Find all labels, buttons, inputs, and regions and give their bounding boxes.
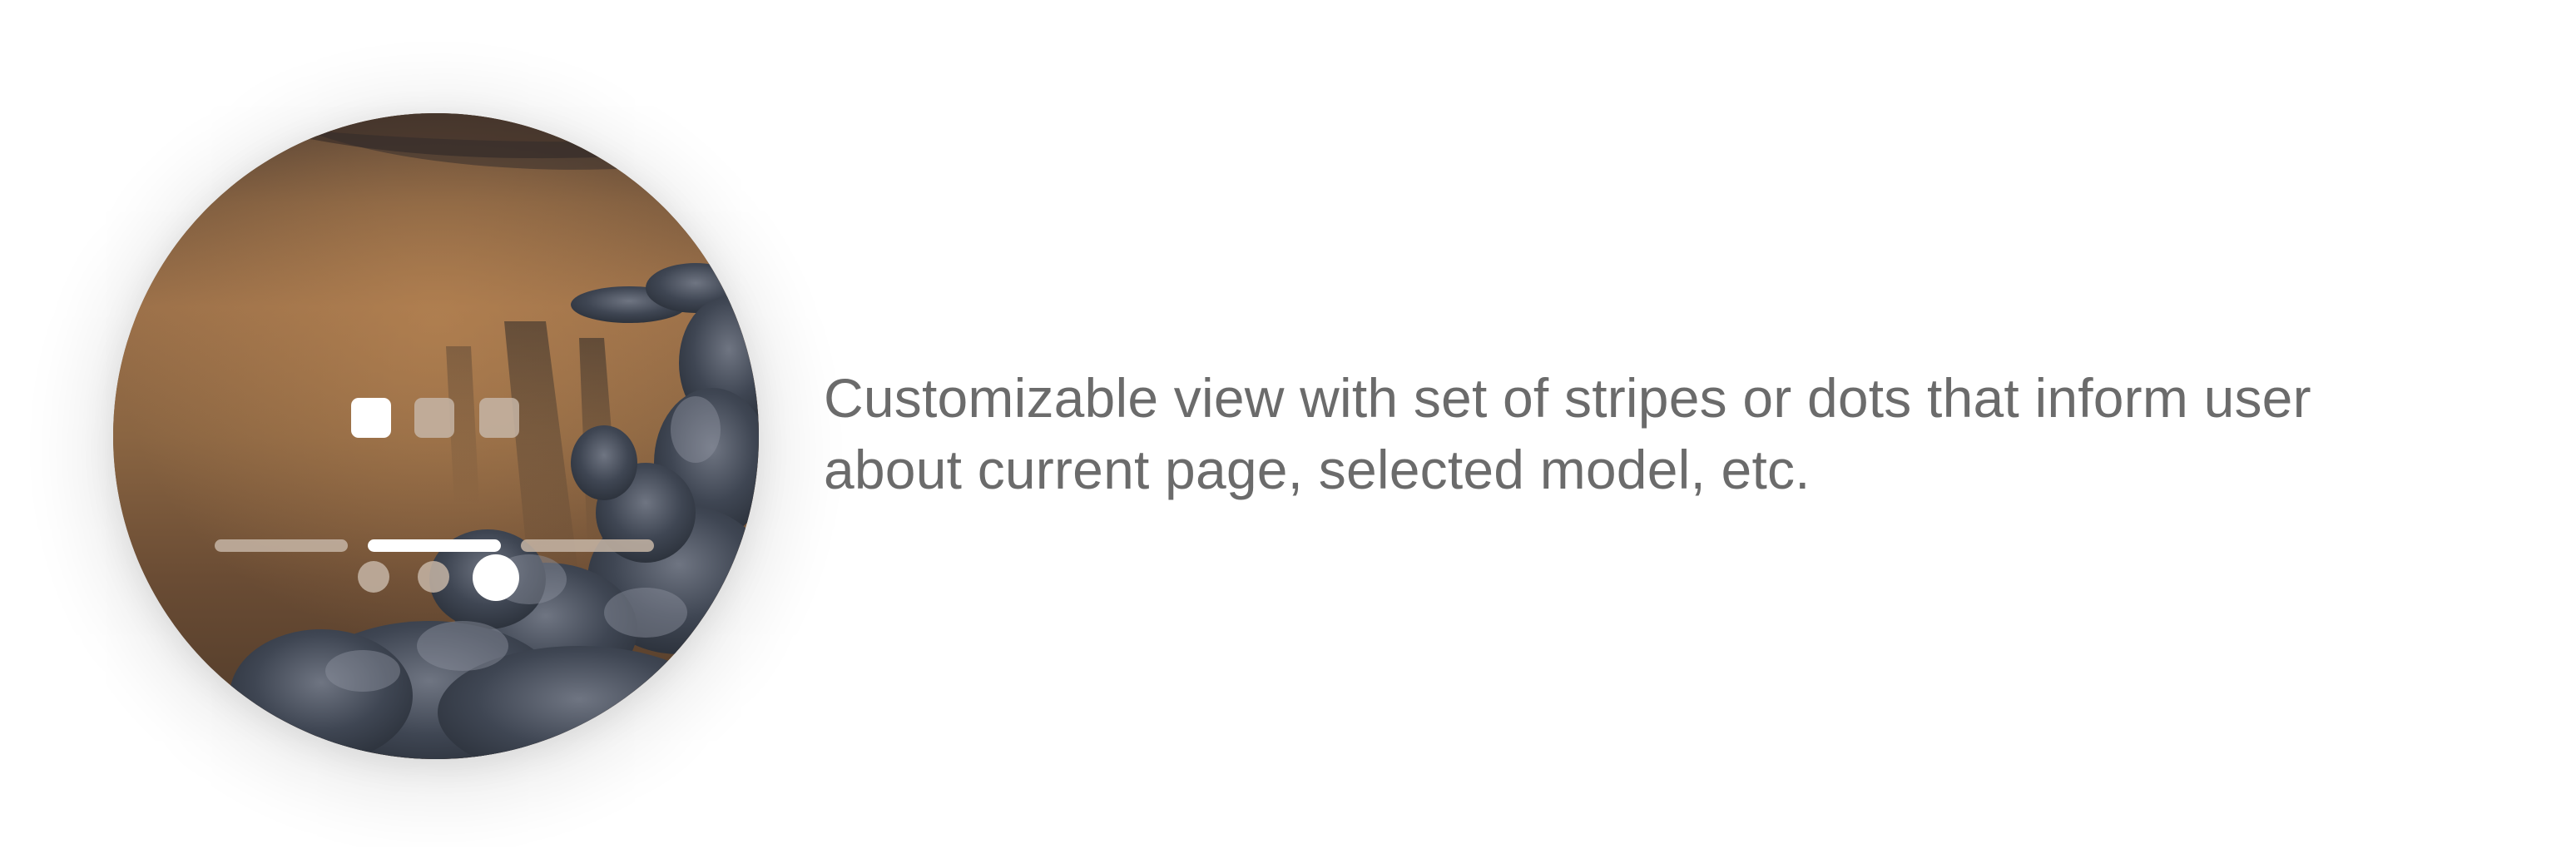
square-indicator-3[interactable] — [479, 398, 519, 438]
square-indicator-2[interactable] — [414, 398, 454, 438]
dot-indicator-3[interactable] — [473, 554, 519, 601]
caption-line-2: about current page, selected model, etc. — [824, 439, 1811, 500]
watch-preview — [113, 113, 759, 759]
stripe-indicator-2[interactable] — [368, 539, 501, 552]
feature-description: Customizable view with set of stripes or… — [824, 362, 2538, 505]
dot-indicator-2[interactable] — [418, 561, 449, 593]
stripe-indicator-1[interactable] — [215, 539, 348, 552]
watch-face-background — [113, 113, 759, 759]
stripe-indicator-3[interactable] — [521, 539, 654, 552]
square-indicator-1[interactable] — [351, 398, 391, 438]
caption-line-1: Customizable view with set of stripes or… — [824, 367, 2311, 429]
dot-indicator-1[interactable] — [358, 561, 389, 593]
